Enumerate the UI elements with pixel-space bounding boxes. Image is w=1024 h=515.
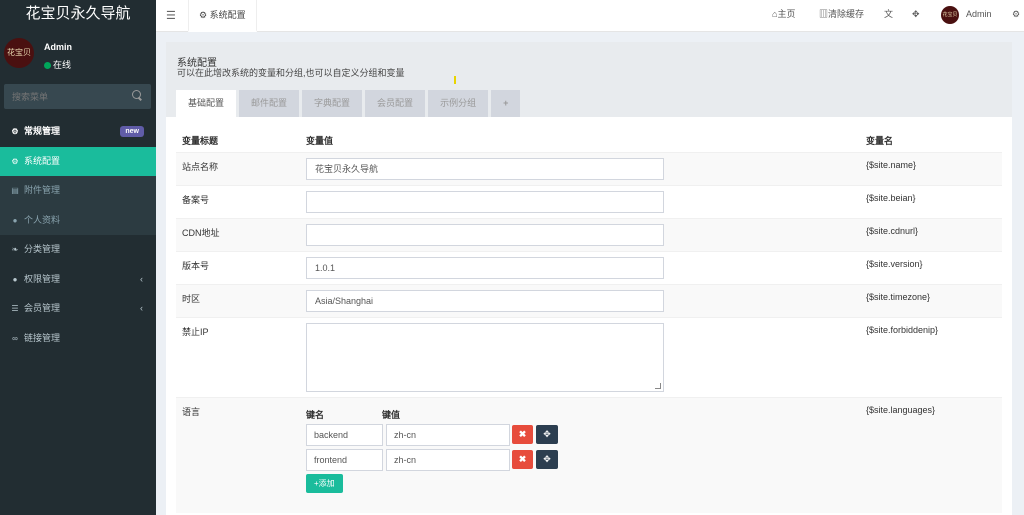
- tab-system-config[interactable]: ⚙ 系统配置: [188, 0, 257, 32]
- sidebar-item-profile[interactable]: ● 个人资料: [0, 205, 156, 235]
- clear-cache-button[interactable]: ▥清除缓存: [819, 0, 864, 32]
- sidebar-item-links[interactable]: ∞ 链接管理: [0, 324, 156, 354]
- panel-header: 系统配置 可以在此增改系统的变量和分组,也可以自定义分组和变量 基础配置 邮件配…: [166, 42, 1012, 117]
- chevron-left-icon: ‹: [140, 273, 143, 284]
- user-name: Admin: [44, 42, 72, 52]
- language-value-input[interactable]: zh-cn: [386, 449, 510, 471]
- user-status: 在线: [44, 58, 71, 71]
- timezone-input[interactable]: Asia/Shanghai: [306, 290, 664, 312]
- remove-entry-button[interactable]: ✖: [512, 425, 533, 444]
- new-badge: new: [120, 126, 144, 137]
- sidebar-item-system-config[interactable]: ⚙ 系统配置: [0, 146, 156, 176]
- top-user-name[interactable]: Admin: [966, 0, 992, 32]
- sidebar-item-members[interactable]: ☰ 会员管理 ‹: [0, 294, 156, 324]
- trash-icon: ▥: [819, 9, 829, 19]
- key-header: 键名: [306, 410, 325, 420]
- table-row: 禁止IP {$site.forbiddenip}: [176, 317, 1002, 397]
- leaf-icon: ❧: [11, 245, 19, 254]
- avatar: 花宝贝: [4, 38, 34, 68]
- settings-icon[interactable]: ⚙: [1012, 0, 1020, 32]
- language-key-input[interactable]: backend: [306, 424, 383, 446]
- sidebar-item-category[interactable]: ❧ 分类管理: [0, 235, 156, 265]
- link-icon: ∞: [12, 333, 18, 343]
- cdn-url-input[interactable]: [306, 224, 664, 246]
- gear-icon: ⚙: [199, 10, 210, 20]
- tab-email[interactable]: 邮件配置: [239, 90, 300, 117]
- chevron-left-icon: ‹: [140, 303, 143, 313]
- menu-search: [4, 84, 151, 109]
- site-name-input[interactable]: 花宝贝永久导航: [306, 158, 664, 180]
- sidebar: 花宝贝永久导航 花宝贝 Admin 在线 ⚙常规管理new ⚙系统配置 ▤附件管…: [0, 0, 156, 515]
- config-table: 变量标题 变量值 变量名 站点名称 花宝贝永久导航 {$site.name} 备…: [176, 130, 1002, 513]
- cursor-marker: [454, 76, 456, 84]
- language-value-input[interactable]: zh-cn: [386, 424, 510, 446]
- sidebar-item-auth[interactable]: ● 权限管理 ‹: [0, 265, 156, 295]
- menu-toggle-icon[interactable]: ☰: [166, 9, 176, 22]
- header-title: 变量标题: [182, 136, 219, 146]
- table-header: 变量标题 变量值 变量名: [176, 130, 1002, 152]
- header-value: 变量值: [306, 136, 334, 146]
- top-navbar: ☰ ⚙ 系统配置 ⌂主页 ▥清除缓存 文 ✥ 花宝贝 Admin ⚙: [156, 0, 1024, 32]
- gear-icon: ⚙: [11, 156, 19, 166]
- cogs-icon: ⚙: [11, 127, 19, 136]
- add-entry-button[interactable]: +添加: [306, 474, 343, 493]
- drag-entry-button[interactable]: ✥: [536, 450, 558, 469]
- forbidden-ip-textarea[interactable]: [306, 323, 664, 392]
- top-avatar[interactable]: 花宝贝: [941, 6, 959, 24]
- search-icon[interactable]: [132, 90, 141, 99]
- drag-entry-button[interactable]: ✥: [536, 425, 558, 444]
- fullscreen-icon[interactable]: ✥: [912, 0, 920, 32]
- table-row: 语言 {$site.languages} 键名 键值 backend zh-cn…: [176, 397, 1002, 513]
- language-icon[interactable]: 文: [884, 0, 893, 32]
- user-icon: ●: [12, 215, 18, 225]
- online-dot-icon: [44, 62, 51, 69]
- add-tab-button[interactable]: +: [491, 90, 521, 117]
- user-panel: 花宝贝 Admin 在线: [0, 32, 156, 77]
- home-link[interactable]: ⌂主页: [772, 0, 795, 32]
- sidebar-item-attachments[interactable]: ▤ 附件管理: [0, 176, 156, 206]
- file-icon: ▤: [11, 186, 19, 195]
- tab-basic[interactable]: 基础配置: [176, 90, 237, 117]
- table-row: CDN地址 {$site.cdnurl}: [176, 218, 1002, 251]
- beian-input[interactable]: [306, 191, 664, 213]
- page-description: 可以在此增改系统的变量和分组,也可以自定义分组和变量: [177, 68, 405, 78]
- language-key-input[interactable]: frontend: [306, 449, 383, 471]
- table-row: 备案号 {$site.beian}: [176, 185, 1002, 218]
- table-row: 站点名称 花宝贝永久导航 {$site.name}: [176, 152, 1002, 185]
- header-name: 变量名: [866, 136, 894, 146]
- sidebar-item-general[interactable]: ⚙ 常规管理 new: [0, 117, 156, 147]
- app-logo[interactable]: 花宝贝永久导航: [0, 0, 156, 32]
- tab-member[interactable]: 会员配置: [365, 90, 426, 117]
- menu-search-input[interactable]: [4, 84, 129, 109]
- list-icon: ☰: [11, 304, 19, 313]
- tab-example[interactable]: 示例分组: [428, 90, 489, 117]
- table-row: 版本号 1.0.1 {$site.version}: [176, 251, 1002, 284]
- config-tabs: 基础配置 邮件配置 字典配置 会员配置 示例分组 +: [176, 90, 523, 117]
- group-icon: ●: [12, 274, 18, 284]
- table-row: 时区 Asia/Shanghai {$site.timezone}: [176, 284, 1002, 317]
- tab-dictionary[interactable]: 字典配置: [302, 90, 363, 117]
- version-input[interactable]: 1.0.1: [306, 257, 664, 279]
- remove-entry-button[interactable]: ✖: [512, 450, 533, 469]
- config-panel: 系统配置 可以在此增改系统的变量和分组,也可以自定义分组和变量 基础配置 邮件配…: [166, 42, 1012, 515]
- value-header: 键值: [382, 410, 401, 420]
- sidebar-menu: ⚙ 常规管理 new ⚙ 系统配置 ▤ 附件管理 ● 个人资料 ❧ 分类管理 ● 权限管理 ‹ …: [0, 117, 156, 353]
